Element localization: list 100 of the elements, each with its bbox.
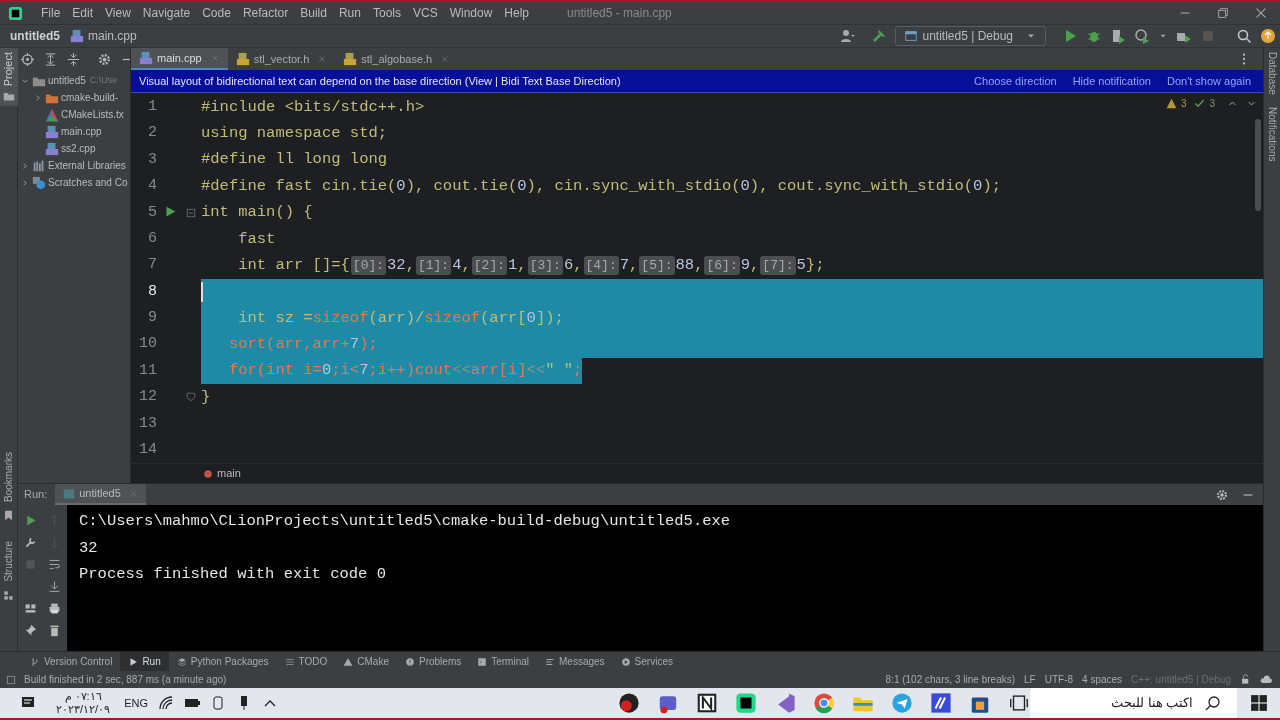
notifications-tool-tab[interactable]: Notifications (1264, 106, 1280, 162)
editor-tab[interactable]: main.cpp (131, 48, 228, 70)
scroll-to-end-icon[interactable] (48, 579, 62, 593)
coverage-icon[interactable] (1110, 28, 1126, 44)
tool-window-tab[interactable]: Version Control (22, 652, 121, 671)
breadcrumb-function[interactable]: main (217, 465, 241, 482)
clock-date: ٢٠٢٣/١٢/٠٩ (56, 703, 111, 716)
collapse-all-icon[interactable] (66, 51, 81, 67)
windows-start-icon[interactable] (1249, 694, 1268, 712)
warning-count[interactable]: 3 (1180, 96, 1187, 111)
close-icon[interactable] (1254, 6, 1268, 20)
structure-tool-tab[interactable]: Structure (1, 541, 16, 582)
hammer-icon[interactable] (871, 28, 888, 44)
panel-toggle-icon[interactable] (6, 674, 16, 685)
user-icon[interactable] (839, 28, 856, 44)
tool-window-tab[interactable]: Messages (537, 652, 613, 671)
line-number: 13 (138, 413, 157, 434)
caret-position[interactable]: 8:1 (102 chars, 3 line breaks) (885, 672, 1016, 687)
scrollbar-thumb[interactable] (1255, 119, 1261, 211)
tree-item[interactable]: ss2.cpp (18, 140, 130, 157)
menu-item[interactable]: Help (498, 4, 536, 22)
tree-item[interactable]: External Libraries (18, 157, 130, 174)
menu-item[interactable]: Tools (366, 4, 407, 22)
search-box[interactable]: اكتب هنا للبحث (1029, 688, 1238, 718)
tool-window-tab[interactable]: Terminal (469, 652, 537, 671)
weak-warning-count[interactable]: 3 (1209, 96, 1215, 111)
menu-item[interactable]: Build (294, 4, 333, 22)
menu-item[interactable]: File (35, 4, 67, 22)
check-icon[interactable] (1194, 98, 1206, 109)
tool-window-tab[interactable]: Problems (396, 652, 470, 671)
telegram-icon[interactable] (890, 692, 913, 714)
restore-icon[interactable] (1216, 6, 1230, 20)
menu-item[interactable]: Window (443, 4, 499, 22)
menu-item[interactable]: VCS (406, 4, 444, 22)
fold-end-icon[interactable] (185, 391, 197, 404)
console-tab[interactable]: untitled5 (55, 484, 146, 505)
menu-item[interactable]: Code (196, 4, 237, 22)
warning-icon[interactable] (1165, 98, 1177, 109)
notification-link[interactable]: Choose direction (974, 72, 1057, 90)
settings-icon[interactable] (97, 51, 112, 67)
clock[interactable]: ٠٧:١٦ م ٢٠٢٣/١٢/٠٩ (56, 690, 111, 716)
ide-icon[interactable] (734, 692, 757, 714)
update-icon[interactable] (1260, 28, 1276, 44)
layout-icon[interactable] (23, 601, 37, 615)
project-name[interactable]: untitled5 (10, 27, 60, 45)
app-icon[interactable] (617, 692, 640, 714)
search-icon (1205, 695, 1222, 711)
tree-item[interactable]: Scratches and Co (18, 174, 130, 191)
menu-item[interactable]: Run (332, 4, 367, 22)
run-icon[interactable] (163, 204, 177, 218)
profiler-icon[interactable] (1134, 28, 1150, 44)
notification-link[interactable]: Hide notification (1072, 72, 1151, 90)
tool-window-tab[interactable]: CMake (335, 652, 397, 671)
chrome-icon[interactable] (812, 692, 835, 714)
header-file-icon (343, 52, 358, 66)
file-encoding[interactable]: UTF-8 (1044, 672, 1074, 687)
app-icon[interactable] (929, 692, 952, 714)
settings-icon[interactable] (1215, 487, 1229, 502)
notion-icon[interactable] (695, 692, 718, 714)
configuration-icon (904, 29, 919, 43)
project-tool-tab[interactable]: Project (0, 48, 18, 107)
cpp-file-icon (45, 124, 59, 139)
line-separator[interactable]: LF (1024, 672, 1036, 687)
code-line: fast (237, 228, 276, 250)
database-tool-tab[interactable]: Database (1264, 52, 1280, 95)
tree-item[interactable]: CMakeLists.tx (18, 106, 130, 123)
tool-window-tab[interactable]: Python Packages (168, 652, 277, 671)
cloud-icon[interactable] (1260, 673, 1272, 686)
triangle-icon (343, 656, 354, 667)
tree-item[interactable]: main.cpp (18, 123, 130, 140)
print-icon[interactable] (48, 601, 62, 615)
tool-window-tab[interactable]: Services (612, 652, 681, 671)
lock-icon[interactable] (1240, 674, 1251, 685)
language-indicator[interactable]: ENG (124, 694, 148, 712)
indent-setting[interactable]: 4 spaces (1082, 672, 1123, 687)
bookmarks-tool-tab[interactable]: Bookmarks (1, 452, 16, 503)
editor-tab[interactable]: stl_algobase.h (335, 48, 459, 70)
line-number: 9 (147, 308, 157, 329)
wrench-icon[interactable] (23, 535, 37, 549)
console-line: C:\Users\mahmo\CLionProjects\untitled5\cmake-build-debug\untitled5.exe (79, 511, 731, 532)
run-configuration-dropdown[interactable]: untitled5 | Debug (895, 26, 1046, 46)
locate-icon[interactable] (20, 51, 35, 67)
console-line: Process finished with exit code 0 (79, 564, 386, 585)
tree-item[interactable]: cmake-build- (18, 89, 130, 106)
soft-wrap-icon[interactable] (48, 557, 62, 571)
menu-item[interactable]: Navigate (136, 4, 197, 22)
menu-item[interactable]: View (99, 4, 137, 22)
tool-window-tab[interactable]: Run (120, 652, 169, 671)
editor-tab[interactable]: stl_vector.h (227, 48, 336, 70)
trash-icon[interactable] (48, 623, 62, 637)
task-view-icon[interactable] (1007, 692, 1030, 714)
search-icon[interactable] (1236, 28, 1252, 44)
menu-item[interactable]: Refactor (236, 4, 295, 22)
tool-window-tab[interactable]: TODO (276, 652, 336, 671)
fold-icon[interactable] (185, 206, 197, 219)
menu-item[interactable]: Edit (66, 4, 100, 22)
breadcrumb-file[interactable]: main.cpp (88, 27, 137, 45)
wifi-icon[interactable] (157, 695, 174, 711)
notification-link[interactable]: Don't show again (1166, 72, 1251, 90)
expand-all-icon[interactable] (43, 51, 58, 67)
